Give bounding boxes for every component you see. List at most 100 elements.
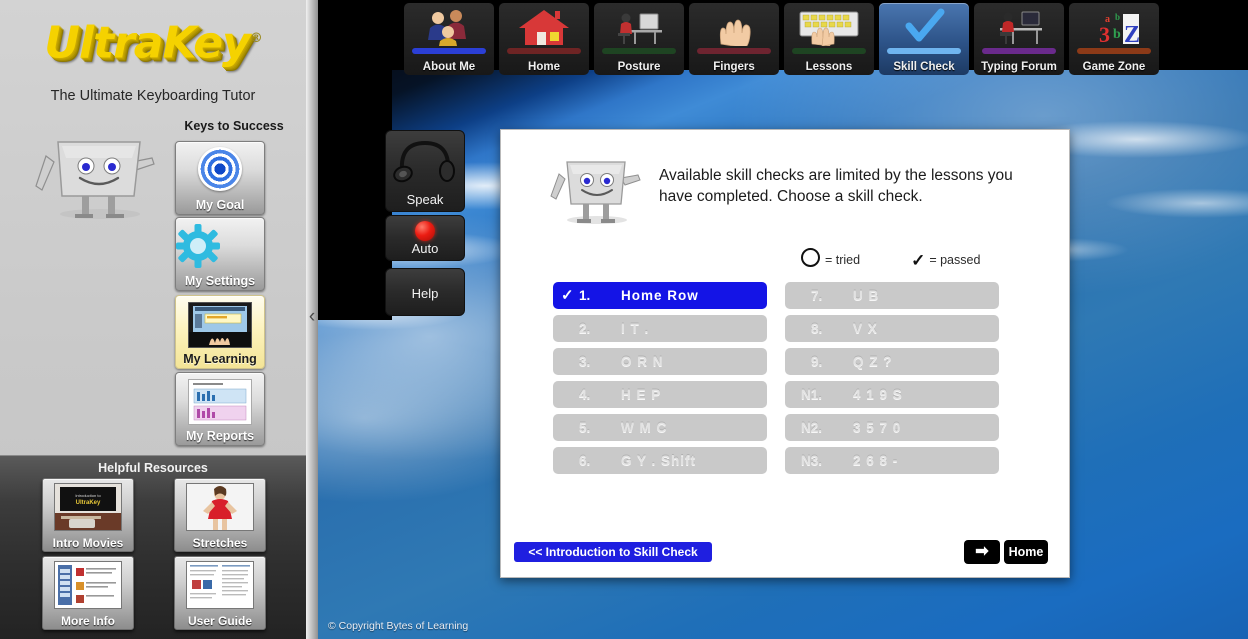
resource-item-stretches[interactable]: Stretches (174, 478, 266, 552)
tab-label: About Me (422, 61, 476, 73)
skill-item-n1[interactable]: N1. 4 1 9 S (785, 381, 999, 408)
instruction-text: Available skill checks are limited by th… (659, 167, 1013, 205)
skill-name: G Y . Shift (621, 453, 697, 468)
key-mascot-sidebar-icon (35, 141, 155, 219)
tab-underline (507, 48, 581, 54)
posture-icon (618, 13, 662, 44)
auto-button[interactable]: Auto (385, 215, 465, 261)
auto-button-label: Auto (411, 241, 439, 256)
resource-item-intro-movies[interactable]: Introduction to UltraKey Intro Movies (42, 478, 134, 552)
sidebar-item-my-settings[interactable]: My Settings (175, 217, 265, 291)
skill-name: U B (853, 288, 880, 303)
resource-item-label: User Guide (187, 614, 253, 628)
skill-item-1[interactable]: ✓ 1. Home Row (553, 282, 767, 309)
svg-text:UltraKey: UltraKey (76, 500, 101, 506)
sidebar-item-label: My Settings (184, 274, 256, 288)
skill-item-5[interactable]: 5. W M C (553, 414, 767, 441)
tab-game-zone[interactable]: a b a 3 b Z Game Zone (1069, 3, 1159, 75)
bullseye-icon (176, 145, 264, 195)
tab-posture[interactable]: Posture (594, 3, 684, 75)
movie-thumbnail-icon: Introduction to UltraKey (54, 483, 122, 531)
skill-name: H E P (621, 387, 662, 402)
sidebar-item-my-learning[interactable]: My Learning (175, 295, 265, 369)
introduction-to-skill-check-button[interactable]: << Introduction to Skill Check (514, 542, 712, 562)
svg-text:Z: Z (1124, 22, 1140, 46)
skill-item-n2[interactable]: N2. 3 5 7 0 (785, 414, 999, 441)
tab-label: Typing Forum (981, 61, 1057, 73)
key-mascot-panel-icon (550, 161, 641, 224)
passed-label: = passed (929, 253, 981, 267)
skill-number: 2. (579, 321, 591, 336)
sidebar-item-label: My Goal (195, 198, 245, 212)
skill-item-7[interactable]: 7. U B (785, 282, 999, 309)
chevron-left-icon: ‹ (308, 306, 316, 327)
resource-item-more-info[interactable]: More Info (42, 556, 134, 630)
skill-name: I T . (621, 321, 650, 336)
tab-home[interactable]: Home (499, 3, 589, 75)
keyboard-icon (799, 11, 859, 46)
main-stage: About Me Home Posture Fingers Lessons Sk… (318, 0, 1248, 639)
tab-about-me[interactable]: About Me (404, 3, 494, 75)
skill-item-4[interactable]: 4. H E P (553, 381, 767, 408)
desk-icon (1000, 11, 1042, 44)
speak-button[interactable]: Speak (385, 130, 465, 212)
reports-chart-icon (176, 376, 264, 426)
skill-name: W M C (621, 420, 668, 435)
registered-mark: ® (249, 31, 263, 46)
resource-item-label: Intro Movies (52, 536, 124, 550)
skill-number: 7. (811, 288, 823, 303)
svg-text:b: b (1113, 27, 1121, 42)
skill-number: 8. (811, 321, 823, 336)
skill-item-9[interactable]: 9. Q Z ? (785, 348, 999, 375)
tab-underline (1077, 48, 1151, 54)
tab-underline (602, 48, 676, 54)
resource-item-label: More Info (61, 614, 115, 628)
helpful-resources-title: Helpful Resources (98, 461, 208, 475)
skill-mark: ✓ (561, 287, 574, 304)
svg-text:3: 3 (1099, 22, 1110, 46)
tab-underline (792, 48, 866, 54)
sidebar-item-my-reports[interactable]: My Reports (175, 372, 265, 446)
headphones-icon (393, 140, 455, 183)
help-button[interactable]: Help (385, 268, 465, 316)
top-navigation-tabs: About Me Home Posture Fingers Lessons Sk… (404, 3, 1159, 75)
skill-item-n3[interactable]: N3. 2 6 8 - (785, 447, 999, 474)
tried-label: = tried (825, 253, 861, 267)
stretches-thumbnail-icon (186, 483, 254, 531)
tab-typing-forum[interactable]: Typing Forum (974, 3, 1064, 75)
skill-item-3[interactable]: 3. O R N (553, 348, 767, 375)
keys-to-success-title: Keys to Success (184, 119, 284, 133)
skill-name: Q Z ? (853, 354, 893, 369)
tab-lessons[interactable]: Lessons (784, 3, 874, 75)
sidebar-collapse-handle[interactable]: ‹ (306, 0, 318, 639)
skill-column-left: ✓ 1. Home Row 2. I T . 3. O R N 4. H E P… (553, 282, 767, 480)
hand-icon (719, 19, 751, 46)
resource-item-user-guide[interactable]: User Guide (174, 556, 266, 630)
skill-name: 2 6 8 - (853, 453, 899, 468)
svg-text:b: b (1115, 12, 1120, 22)
skill-item-6[interactable]: 6. G Y . Shift (553, 447, 767, 474)
next-arrow-button[interactable]: ➡ (964, 540, 1000, 564)
tab-label: Posture (617, 61, 661, 73)
skill-item-8[interactable]: 8. V X (785, 315, 999, 342)
sidebar-item-my-goal[interactable]: My Goal (175, 141, 265, 215)
skill-number: 1. (579, 288, 591, 303)
tab-label: Home (528, 61, 560, 73)
sidebar-item-label: My Reports (185, 429, 255, 443)
skill-name: 4 1 9 S (853, 387, 903, 402)
home-button[interactable]: Home (1004, 540, 1048, 564)
tab-fingers[interactable]: Fingers (689, 3, 779, 75)
ultrakey-application: UltraKey® The Ultimate Keyboarding Tutor… (0, 0, 1248, 639)
tab-label: Skill Check (893, 61, 955, 73)
user-guide-thumbnail-icon (186, 561, 254, 609)
skill-number: N3. (801, 453, 823, 468)
skill-check-panel: Available skill checks are limited by th… (500, 129, 1070, 578)
skill-item-2[interactable]: 2. I T . (553, 315, 767, 342)
tab-skill-check[interactable]: Skill Check (879, 3, 969, 75)
svg-text:Introduction to: Introduction to (75, 493, 101, 498)
skill-number: 5. (579, 420, 591, 435)
skill-number: N2. (801, 420, 823, 435)
tab-underline (697, 48, 771, 54)
tried-circle-icon (801, 248, 820, 267)
app-logo: UltraKey® (0, 4, 306, 76)
